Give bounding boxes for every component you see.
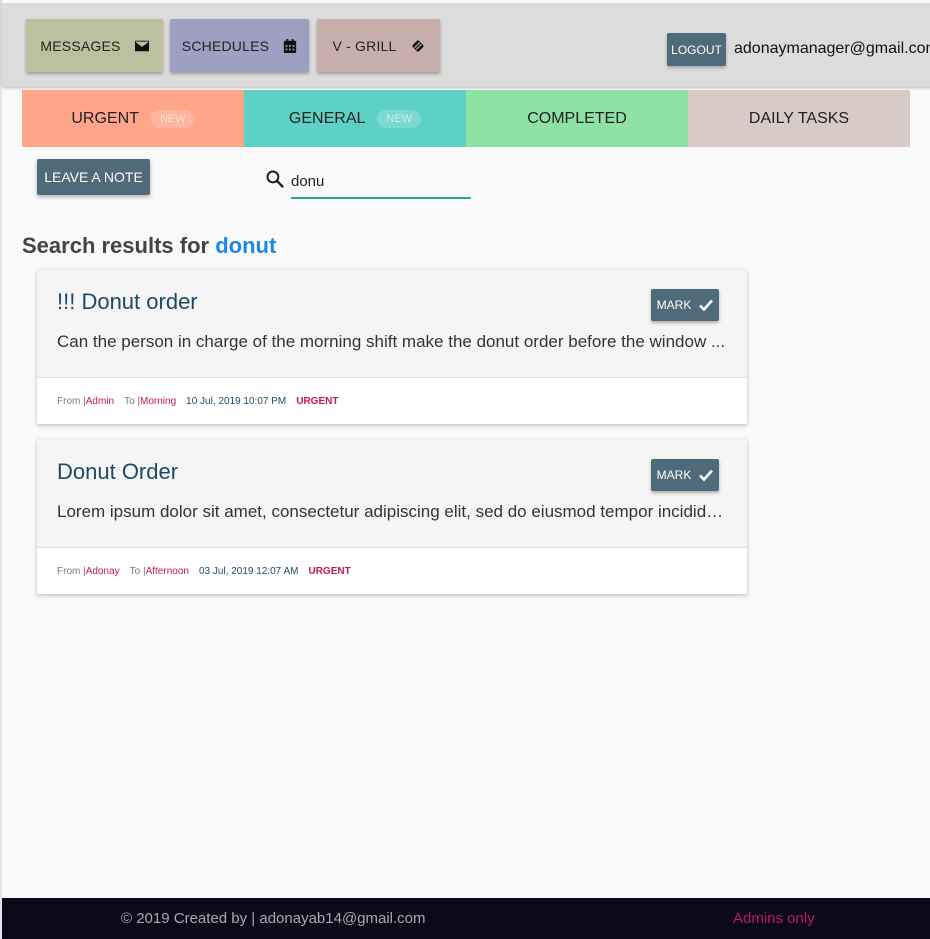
note-meta: From | Admin To | Morning 10 Jul, 2019 1… [37, 377, 747, 424]
schedules-button[interactable]: SCHEDULES [170, 19, 309, 72]
note-card: !!! Donut order MARK Can the person in c… [37, 269, 747, 424]
messages-button[interactable]: MESSAGES [26, 19, 163, 72]
tab-completed-label: COMPLETED [527, 109, 627, 127]
from-value: Adonay [85, 565, 120, 577]
tab-daily-tasks-label: DAILY TASKS [748, 109, 850, 127]
check-icon [699, 299, 714, 311]
vgrill-label: V - GRILL [332, 37, 397, 54]
tab-urgent-label: URGENT [71, 109, 139, 127]
category-tabs: URGENT NEW GENERAL NEW COMPLETED DAILY T… [22, 90, 910, 147]
tab-general-label: GENERAL [288, 109, 366, 127]
copyright-text: © 2019 Created by | adonayab14@gmail.com [121, 910, 426, 927]
to-label: To | [124, 395, 141, 407]
calendar-icon [284, 38, 297, 53]
search-results-heading: Search results for donut [22, 233, 276, 259]
logout-button[interactable]: LOGOUT [667, 33, 726, 66]
note-date: 10 Jul, 2019 10:07 PM [186, 395, 287, 407]
from-label: From | [57, 565, 86, 577]
new-badge: NEW [150, 109, 195, 128]
mark-button[interactable]: MARK [651, 289, 719, 321]
mark-button[interactable]: MARK [651, 459, 719, 491]
search-icon [266, 170, 284, 188]
check-icon [699, 469, 714, 481]
top-header: MESSAGES SCHEDULES V - GRILL LOGOUT adon… [2, 0, 930, 87]
page-footer: © 2019 Created by | adonayab14@gmail.com… [2, 898, 930, 939]
results-prefix: Search results for [22, 233, 216, 258]
from-label: From | [57, 395, 86, 407]
to-value: Morning [140, 395, 177, 407]
vgrill-button[interactable]: V - GRILL [317, 19, 440, 72]
tab-completed[interactable]: COMPLETED [466, 90, 688, 147]
note-date: 03 Jul, 2019 12:07 AM [198, 565, 299, 577]
note-title: !!! Donut order [57, 289, 198, 314]
admins-only-link[interactable]: Admins only [733, 910, 815, 927]
note-body: Lorem ipsum dolor sit amet, consectetur … [57, 502, 727, 521]
note-meta: From | Adonay To | Afternoon 03 Jul, 201… [37, 547, 747, 594]
to-label: To | [129, 565, 146, 577]
tab-general[interactable]: GENERAL NEW [244, 90, 466, 147]
tab-urgent[interactable]: URGENT NEW [22, 90, 244, 147]
search-input[interactable] [291, 166, 471, 199]
priority-badge: URGENT [296, 395, 339, 407]
grill-icon [412, 40, 423, 51]
to-value: Afternoon [145, 565, 189, 577]
note-title: Donut Order [57, 459, 179, 484]
new-badge: NEW [377, 109, 422, 128]
results-query: donut [215, 233, 277, 258]
envelope-icon [134, 40, 149, 51]
mark-label: MARK [656, 298, 692, 312]
note-body: Can the person in charge of the morning … [57, 332, 726, 351]
tab-daily-tasks[interactable]: DAILY TASKS [688, 90, 910, 147]
from-value: Admin [85, 395, 115, 407]
note-card: Donut Order MARK Lorem ipsum dolor sit a… [37, 439, 747, 594]
leave-note-button[interactable]: LEAVE A NOTE [37, 159, 150, 195]
priority-badge: URGENT [308, 565, 351, 577]
schedules-label: SCHEDULES [181, 37, 270, 54]
mark-label: MARK [656, 468, 692, 482]
user-email: adonaymanager@gmail.com [734, 40, 930, 57]
messages-label: MESSAGES [40, 37, 121, 54]
